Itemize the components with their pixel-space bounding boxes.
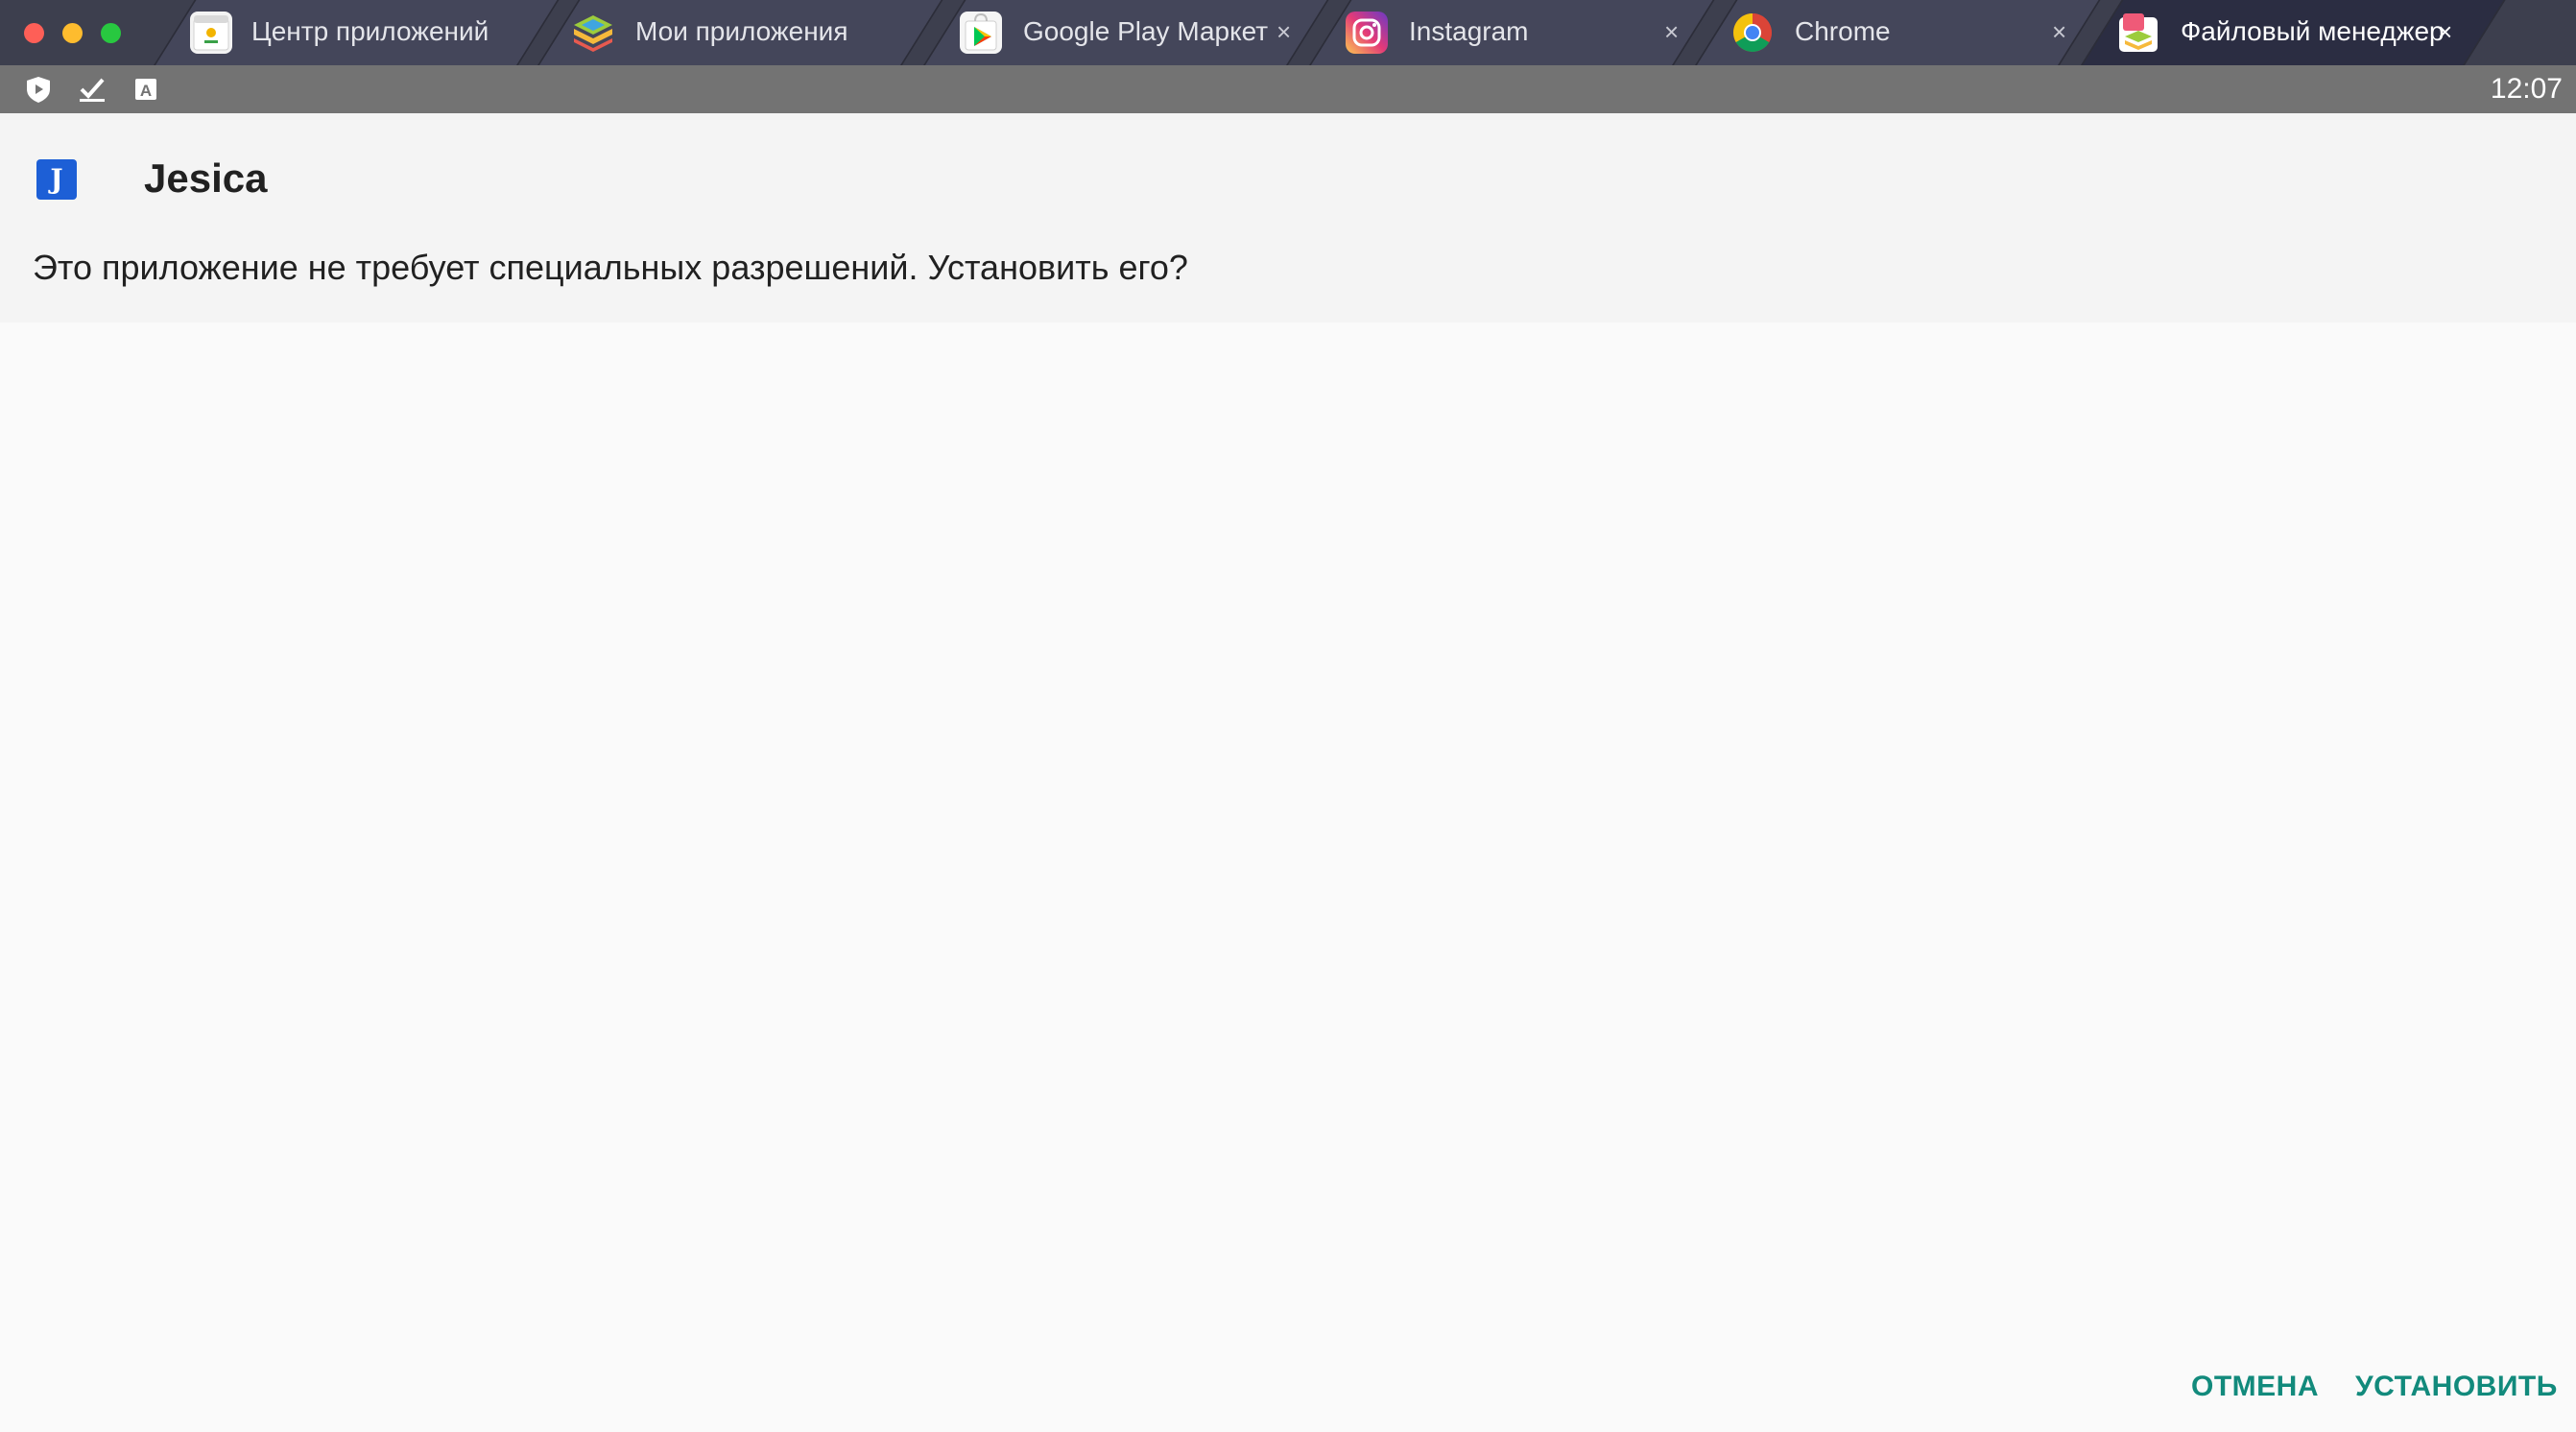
google-play-icon	[960, 12, 1002, 54]
status-bar: A 12:07	[0, 65, 2576, 113]
app-icon-letter: J	[50, 163, 63, 195]
bluestacks-icon	[572, 12, 614, 54]
tab-label: Chrome	[1795, 16, 1891, 46]
close-window-button[interactable]	[24, 23, 44, 43]
tab-label: Google Play Маркет	[1023, 16, 1269, 46]
file-manager-icon	[2117, 12, 2159, 54]
tab-close-icon[interactable]: ×	[2052, 17, 2066, 46]
install-dialog-header: J Jesica Это приложение не требует специ…	[0, 113, 2576, 322]
tab-app-center[interactable]: Центр приложений	[154, 0, 560, 65]
svg-text:A: A	[140, 82, 152, 100]
tab-label: Файловый менеджер	[2181, 16, 2445, 46]
tab-chrome[interactable]: Chrome ×	[1695, 0, 2101, 65]
tab-file-manager[interactable]: Файловый менеджер ×	[2081, 0, 2506, 65]
tab-label: Мои приложения	[635, 16, 848, 46]
chrome-icon	[1731, 12, 1774, 54]
maximize-window-button[interactable]	[101, 23, 121, 43]
status-clock: 12:07	[2490, 73, 2563, 105]
tab-label: Instagram	[1409, 16, 1529, 46]
cancel-button[interactable]: ОТМЕНА	[2191, 1371, 2319, 1403]
window-title-bar: Центр приложений Мои приложения Google P…	[0, 0, 2576, 65]
tab-instagram[interactable]: Instagram ×	[1309, 0, 1715, 65]
app-name: Jesica	[144, 155, 268, 201]
checkmark-icon	[78, 75, 107, 104]
shield-icon	[24, 75, 53, 104]
install-button[interactable]: УСТАНОВИТЬ	[2355, 1371, 2558, 1403]
app-center-icon	[190, 12, 232, 54]
tab-my-apps[interactable]: Мои приложения	[537, 0, 943, 65]
minimize-window-button[interactable]	[62, 23, 83, 43]
app-icon: J	[36, 159, 77, 200]
instagram-icon	[1346, 12, 1388, 54]
permission-message: Это приложение не требует специальных ра…	[33, 248, 1188, 287]
tab-google-play[interactable]: Google Play Маркет ×	[923, 0, 1329, 65]
tab-close-icon[interactable]: ×	[1664, 17, 1679, 46]
tab-label: Центр приложений	[251, 16, 489, 46]
tab-close-icon[interactable]: ×	[2438, 17, 2452, 46]
tab-close-icon[interactable]: ×	[1276, 17, 1291, 46]
text-a-icon: A	[131, 75, 160, 104]
